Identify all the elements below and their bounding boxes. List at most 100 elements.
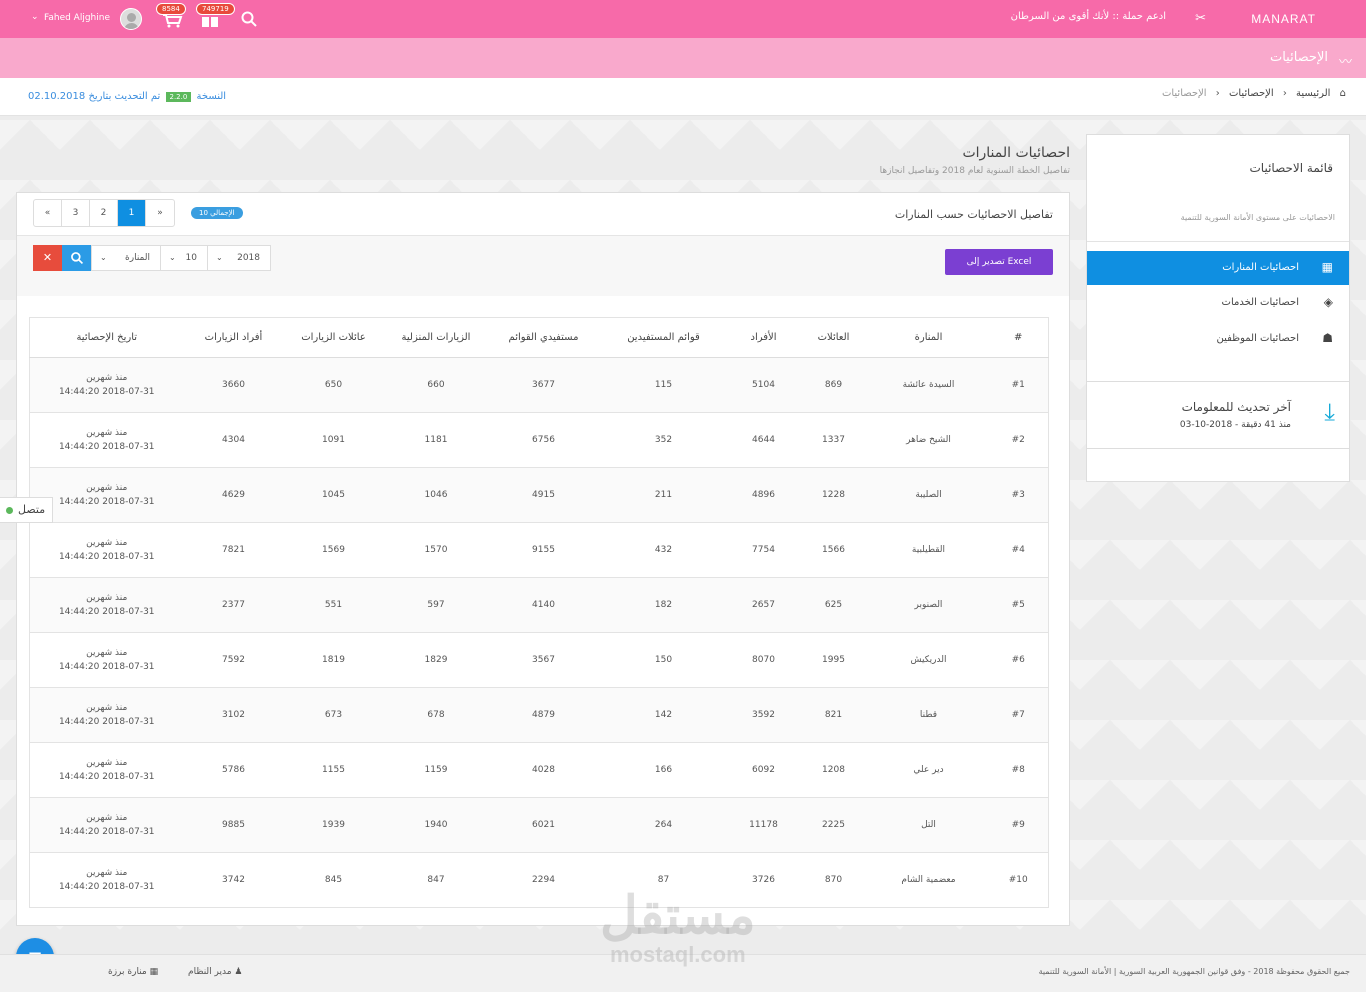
table-cell: 4140 xyxy=(488,577,599,633)
center-select[interactable]: المنارة ⌄ xyxy=(91,245,161,271)
panel-header: تفاصيل الاحصائيات حسب المنارات الإجمالي … xyxy=(17,193,1069,236)
table-cell: 1566 xyxy=(798,522,869,578)
page-first[interactable]: « xyxy=(34,200,62,226)
relative-date: منذ شهرين xyxy=(86,483,128,493)
chart-line-icon: 〰 xyxy=(1338,55,1352,70)
year-select[interactable]: 2018 ⌄ xyxy=(207,245,271,271)
watermark-english: mostaql.com xyxy=(609,942,746,967)
table-cell: #1 xyxy=(988,357,1049,413)
col-header[interactable]: الأفراد xyxy=(728,317,799,358)
sidebar-item-employees-stats[interactable]: ☗ احصائيات الموظفين xyxy=(1087,322,1349,356)
table-cell: #8 xyxy=(988,742,1049,798)
stats-table: # المنارة العائلات الأفراد قوائم المستفي… xyxy=(29,317,1049,908)
online-status-tab[interactable]: متصل xyxy=(0,497,53,523)
table-cell-date: منذ شهرين 2018-07-31 14:44:20 xyxy=(29,687,184,743)
table-row[interactable]: #2 الشيخ ضاهر 1337 4644 352 6756 1181 1091 4304 م… xyxy=(29,412,1049,468)
table-row[interactable]: #9 التل 2225 11178 264 6021 1940 1939 9885 منذ شه… xyxy=(29,797,1049,853)
user-name[interactable]: Fahed Aljghine xyxy=(44,13,110,23)
breadcrumb-level1[interactable]: الإحصائيات xyxy=(1229,88,1274,99)
relative-date: منذ شهرين xyxy=(86,648,128,658)
table-cell: 1159 xyxy=(383,742,489,798)
table-row[interactable]: #8 دير علي 1208 6092 166 4028 1159 1155 5786 منذ … xyxy=(29,742,1049,798)
version-info: النسخة 2.2.0 تم التحديث بتاريخ 02.10.201… xyxy=(28,91,226,102)
col-header[interactable]: تاريخ الإحصائية xyxy=(29,317,184,358)
top-navbar: MANARAT ✂ ادعم حملة :: لأنك أقوى من السر… xyxy=(0,0,1366,38)
col-header[interactable]: العائلات xyxy=(798,317,869,358)
table-row[interactable]: #10 معضمية الشام 870 3726 87 2294 847 845 3742 من… xyxy=(29,852,1049,908)
table-cell: 5104 xyxy=(728,357,799,413)
chevron-down-icon[interactable]: ⌄ xyxy=(31,12,39,22)
page-header-bar: الإحصائيات 〰 xyxy=(0,38,1366,78)
breadcrumb-home[interactable]: الرئيسية xyxy=(1296,88,1330,99)
count-select-value: 10 xyxy=(185,253,197,263)
col-header[interactable]: عائلات الزيارات xyxy=(283,317,384,358)
page-1[interactable]: 1 xyxy=(118,200,146,226)
sidebar-item-centers-stats[interactable]: ▦ احصائيات المنارات xyxy=(1087,251,1349,285)
building-icon: ▦ xyxy=(149,967,159,977)
table-cell: 3677 xyxy=(488,357,599,413)
table-row[interactable]: #3 الصليبة 1228 4896 211 4915 1046 1045 4629 منذ … xyxy=(29,467,1049,523)
col-header[interactable]: الزيارات المنزلية xyxy=(383,317,489,358)
col-header[interactable]: المنارة xyxy=(868,317,989,358)
footer-copyright: جميع الحقوق محفوظة 2018 - وفق قوانين الج… xyxy=(1038,967,1350,976)
avatar[interactable] xyxy=(120,8,142,30)
table-cell: قطنا xyxy=(868,687,989,743)
export-excel-button[interactable]: تصدير إلى Excel xyxy=(945,249,1053,275)
table-row[interactable]: #6 الدريكيش 1995 8070 150 3567 1829 1819 7592 منذ… xyxy=(29,632,1049,688)
table-row[interactable]: #7 قطنا 821 3592 142 4879 678 673 3102 منذ شهرين 2… xyxy=(29,687,1049,743)
table-cell: 3102 xyxy=(183,687,284,743)
search-button[interactable] xyxy=(62,245,91,271)
last-update-time: منذ 41 دقيقة - 2018-10-03 xyxy=(1179,420,1291,430)
table-cell: 7754 xyxy=(728,522,799,578)
clear-filter-button[interactable]: ✕ xyxy=(33,245,62,271)
table-cell: 352 xyxy=(598,412,729,468)
search-icon[interactable] xyxy=(240,10,258,28)
table-cell: 4896 xyxy=(728,467,799,523)
col-header[interactable]: أفراد الزيارات xyxy=(183,317,284,358)
badge-count: 749719 xyxy=(196,3,235,15)
table-cell-date: منذ شهرين 2018-07-31 14:44:20 xyxy=(29,797,184,853)
table-cell: 1181 xyxy=(383,412,489,468)
table-cell: 6092 xyxy=(728,742,799,798)
brand-logo[interactable]: MANARAT xyxy=(1251,12,1316,26)
count-select[interactable]: 10 ⌄ xyxy=(160,245,208,271)
breadcrumb-separator: ‹ xyxy=(1215,88,1220,99)
col-header[interactable]: قوائم المستفيدين xyxy=(598,317,729,358)
table-cell-date: منذ شهرين 2018-07-31 14:44:20 xyxy=(29,632,184,688)
panel-title: تفاصيل الاحصائيات حسب المنارات xyxy=(894,208,1053,221)
table-cell: 3660 xyxy=(183,357,284,413)
absolute-date: 2018-07-31 14:44:20 xyxy=(58,772,155,782)
table-cell: 551 xyxy=(283,577,384,633)
page-2[interactable]: 2 xyxy=(90,200,118,226)
relative-date: منذ شهرين xyxy=(86,538,128,548)
table-cell: 6021 xyxy=(488,797,599,853)
page-last[interactable]: » xyxy=(146,200,174,226)
table-cell: #2 xyxy=(988,412,1049,468)
relative-date: منذ شهرين xyxy=(86,813,128,823)
page-3[interactable]: 3 xyxy=(62,200,90,226)
table-cell: 845 xyxy=(283,852,384,908)
absolute-date: 2018-07-31 14:44:20 xyxy=(58,717,155,727)
table-cell: #3 xyxy=(988,467,1049,523)
col-header[interactable]: مستفيدي القوائم xyxy=(488,317,599,358)
table-cell: 6756 xyxy=(488,412,599,468)
table-row[interactable]: #1 السيدة عائشة 869 5104 115 3677 660 650 3660 من… xyxy=(29,357,1049,413)
campaign-text[interactable]: ادعم حملة :: لأنك أقوى من السرطان xyxy=(1011,11,1166,22)
year-select-value: 2018 xyxy=(237,253,260,263)
col-header[interactable]: # xyxy=(988,317,1049,358)
table-cell: 5786 xyxy=(183,742,284,798)
table-cell: السيدة عائشة xyxy=(868,357,989,413)
sidebar-item-services-stats[interactable]: ◈ احصائيات الخدمات xyxy=(1087,286,1349,320)
table-cell: 4629 xyxy=(183,467,284,523)
table-row[interactable]: #4 القطيلبية 1566 7754 432 9155 1570 1569 7821 من… xyxy=(29,522,1049,578)
building-icon: ▦ xyxy=(1321,260,1333,274)
table-cell: 1045 xyxy=(283,467,384,523)
relative-date: منذ شهرين xyxy=(86,428,128,438)
sidebar-title: قائمة الاحصائيات xyxy=(1249,161,1334,175)
absolute-date: 2018-07-31 14:44:20 xyxy=(58,442,155,452)
table-cell-date: منذ شهرين 2018-07-31 14:44:20 xyxy=(29,577,184,633)
home-icon[interactable]: ⌂ xyxy=(1340,88,1346,99)
table-cell: #6 xyxy=(988,632,1049,688)
table-cell: 11178 xyxy=(728,797,799,853)
table-row[interactable]: #5 الصنوبر 625 2657 182 4140 597 551 2377 منذ شهر… xyxy=(29,577,1049,633)
